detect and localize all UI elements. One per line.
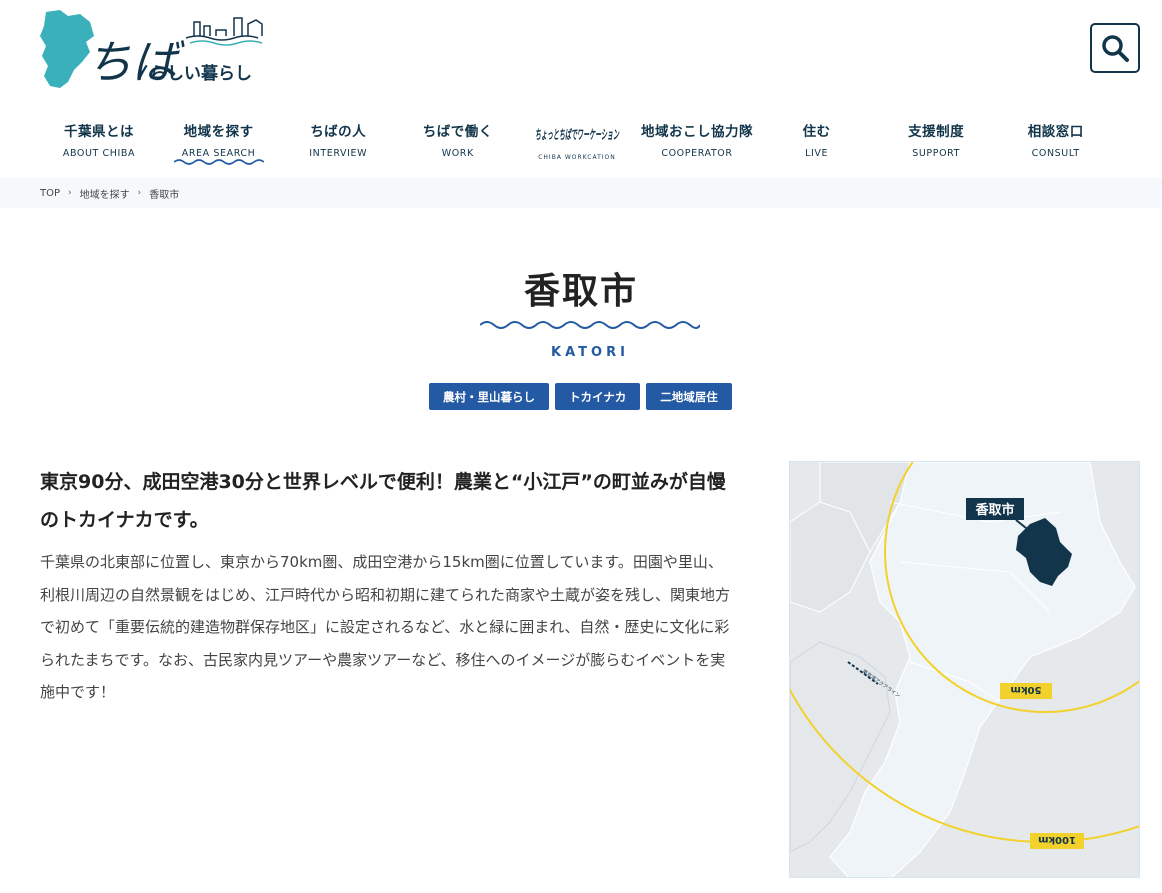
breadcrumb-separator-icon: › xyxy=(68,188,72,198)
nav-label-jp: 住む xyxy=(802,124,831,140)
nav-label-jp: 地域を探す xyxy=(183,124,254,140)
nav-item-support[interactable]: 支援制度 SUPPORT xyxy=(877,110,995,172)
nav-item-interview[interactable]: ちばの人 INTERVIEW xyxy=(279,110,397,172)
svg-text:CHIBA WORKCATION: CHIBA WORKCATION xyxy=(539,154,617,161)
nav-item-about[interactable]: 千葉県とは ABOUT CHIBA xyxy=(40,110,158,172)
nav-item-work[interactable]: ちばで働く WORK xyxy=(399,110,517,172)
tag-rural[interactable]: 農村・里山暮らし xyxy=(429,383,549,410)
breadcrumb: TOP › 地域を探す › 香取市 xyxy=(0,178,1162,208)
nav-label-en: ABOUT CHIBA xyxy=(62,148,136,159)
tag-list: 農村・里山暮らし トカイナカ 二地域居住 xyxy=(429,383,732,410)
breadcrumb-top[interactable]: TOP xyxy=(40,188,60,199)
description-text: 千葉県の北東部に位置し、東京から70km圏、成田空港から15km圏に位置していま… xyxy=(40,553,731,701)
svg-text:香取市: 香取市 xyxy=(974,502,1014,518)
workation-logo: ちょっとちばでワーケーション CHIBA WORKCATION xyxy=(535,127,619,161)
title-wave-decoration xyxy=(480,321,700,329)
tag-tokainaka[interactable]: トカイナカ xyxy=(555,383,641,410)
nav-label-jp: 相談窓口 xyxy=(1027,124,1084,140)
nav-label-en: INTERVIEW xyxy=(309,148,368,159)
nav-item-area-search[interactable]: 地域を探す AREA SEARCH xyxy=(160,110,278,172)
nav-item-consult[interactable]: 相談窓口 CONSULT xyxy=(997,110,1115,172)
nav-label-en: CONSULT xyxy=(1031,148,1080,159)
nav-label-jp: 支援制度 xyxy=(908,124,965,140)
nav-label-en: COOPERATOR xyxy=(661,148,733,159)
nav-label-jp: ちばの人 xyxy=(310,124,367,140)
svg-text:ちょっとちばでワーケーション: ちょっとちばでワーケーション xyxy=(535,127,619,143)
nav-label-jp: 千葉県とは xyxy=(64,124,134,140)
nav-item-cooperator[interactable]: 地域おこし協力隊 COOPERATOR xyxy=(638,110,756,172)
site-logo[interactable]: ちば らしい暮らし xyxy=(38,8,270,92)
nav-label-jp: 地域おこし協力隊 xyxy=(640,124,753,140)
breadcrumb-area-search[interactable]: 地域を探す xyxy=(80,186,130,201)
nav-label-jp: ちばで働く xyxy=(422,124,493,140)
nav-label-en: SUPPORT xyxy=(912,148,961,159)
page-title: 香取市 xyxy=(523,271,638,312)
location-map: 東京湾アクアライン 50km 100km 香取市 xyxy=(789,461,1140,878)
active-wave-underline xyxy=(173,159,264,165)
breadcrumb-separator-icon: › xyxy=(137,188,142,198)
nav-item-live[interactable]: 住む LIVE xyxy=(758,110,876,172)
page-subtitle: KATORI xyxy=(551,345,629,360)
tag-dual-residence[interactable]: 二地域居住 xyxy=(646,383,732,410)
svg-text:らしい暮らし: らしい暮らし xyxy=(150,63,252,84)
nav-item-workation[interactable]: ちょっとちばでワーケーション CHIBA WORKCATION xyxy=(518,110,636,172)
nav-label-en: LIVE xyxy=(805,148,829,159)
svg-text:100km: 100km xyxy=(1038,834,1076,845)
lead-text: 東京90分、成田空港30分と世界レベルで便利！農業と“小江戸”の町並みが自慢のト… xyxy=(40,471,726,531)
breadcrumb-current: 香取市 xyxy=(149,189,180,201)
nav-label-en: WORK xyxy=(441,148,474,159)
global-nav: 千葉県とは ABOUT CHIBA 地域を探す AREA SEARCH ちばの人… xyxy=(40,110,1140,172)
search-icon xyxy=(1102,35,1129,62)
search-button[interactable] xyxy=(1090,23,1140,73)
svg-text:50km: 50km xyxy=(1011,684,1042,695)
